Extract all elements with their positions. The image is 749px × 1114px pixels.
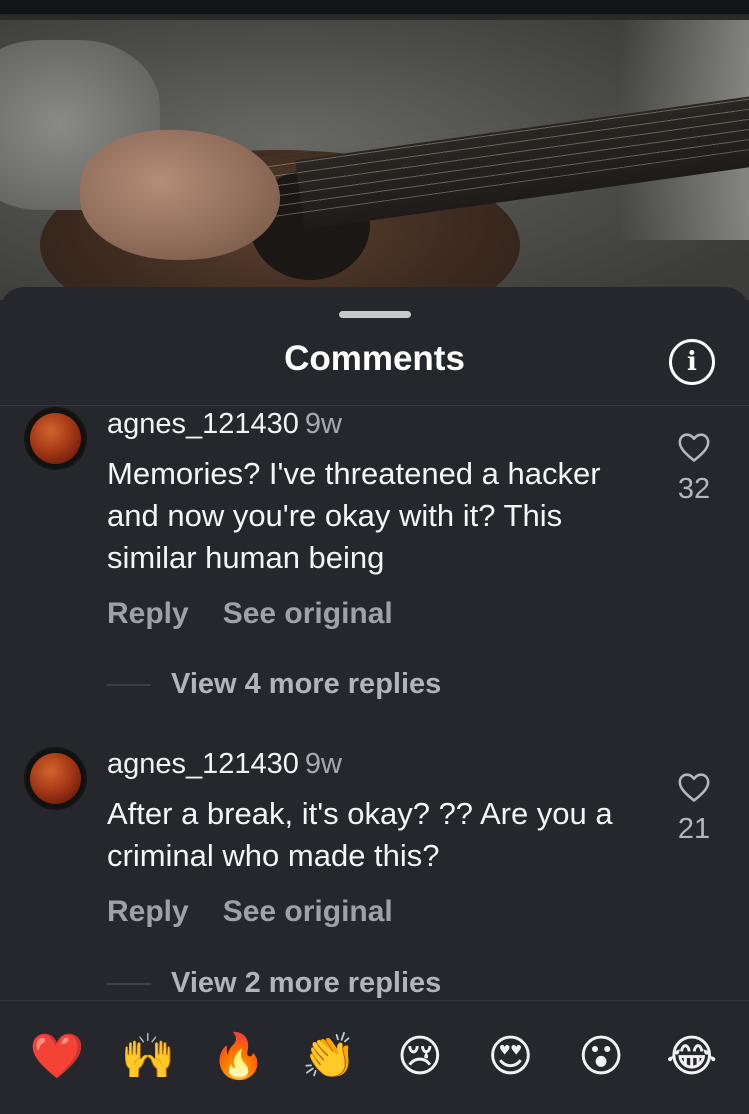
like-button[interactable]: 32	[664, 431, 724, 506]
comment-text: Memories? I've threatened a hacker and n…	[107, 456, 601, 575]
comment-header: agnes_121430 9w	[107, 748, 342, 781]
like-count: 21	[677, 813, 711, 845]
crying-emoji-button[interactable]: 😢	[385, 1029, 455, 1085]
reply-button[interactable]: Reply	[107, 895, 189, 928]
comment-header: agnes_121430 9w	[107, 408, 342, 441]
avatar[interactable]	[24, 407, 87, 470]
comments-sheet: Comments i agnes_121430 9w Memories? I've…	[0, 287, 749, 1114]
header-divider	[0, 405, 749, 406]
see-original-button[interactable]: See original	[223, 597, 393, 630]
like-button[interactable]: 21	[664, 771, 724, 846]
laughing-emoji-button[interactable]: 😂	[657, 1029, 727, 1085]
fire-emoji-button[interactable]: 🔥	[204, 1029, 274, 1085]
comment-time: 9w	[304, 748, 342, 780]
reply-button[interactable]: Reply	[107, 597, 189, 630]
view-more-replies-label[interactable]: View 4 more replies	[171, 668, 441, 700]
heart-emoji-button[interactable]: ❤️	[22, 1029, 92, 1085]
comment-actions: Reply See original	[107, 597, 393, 631]
view-more-replies[interactable]: View 4 more replies	[107, 668, 441, 701]
video-background	[0, 0, 749, 300]
avatar[interactable]	[24, 747, 87, 810]
sheet-grabber[interactable]	[339, 311, 411, 318]
heart-eyes-emoji-button[interactable]: 😍	[475, 1029, 545, 1085]
view-more-replies[interactable]: View 2 more replies	[107, 967, 441, 1000]
heart-icon[interactable]	[677, 431, 711, 463]
replies-line	[107, 684, 151, 687]
emoji-row: ❤️ 🙌 🔥 👏 😢 😍 😮 😂	[0, 1029, 749, 1085]
comment-username[interactable]: agnes_121430	[107, 408, 299, 440]
surprised-emoji-button[interactable]: 😮	[566, 1029, 636, 1085]
status-strip	[0, 0, 749, 14]
view-more-replies-label[interactable]: View 2 more replies	[171, 967, 441, 999]
heart-icon[interactable]	[677, 771, 711, 803]
comment-text: After a break, it's okay? ?? Are you a c…	[107, 796, 613, 873]
sheet-title: Comments	[284, 339, 465, 378]
info-icon[interactable]: i	[669, 339, 715, 385]
raised-hands-emoji-button[interactable]: 🙌	[113, 1029, 183, 1085]
comment-username[interactable]: agnes_121430	[107, 748, 299, 780]
comment-time: 9w	[304, 408, 342, 440]
replies-line	[107, 983, 151, 986]
see-original-button[interactable]: See original	[223, 895, 393, 928]
hand-shape	[80, 130, 280, 260]
emoji-reaction-bar: ❤️ 🙌 🔥 👏 😢 😍 😮 😂	[0, 1000, 749, 1114]
like-count: 32	[677, 473, 711, 505]
clapping-emoji-button[interactable]: 👏	[294, 1029, 364, 1085]
comment-actions: Reply See original	[107, 895, 393, 929]
